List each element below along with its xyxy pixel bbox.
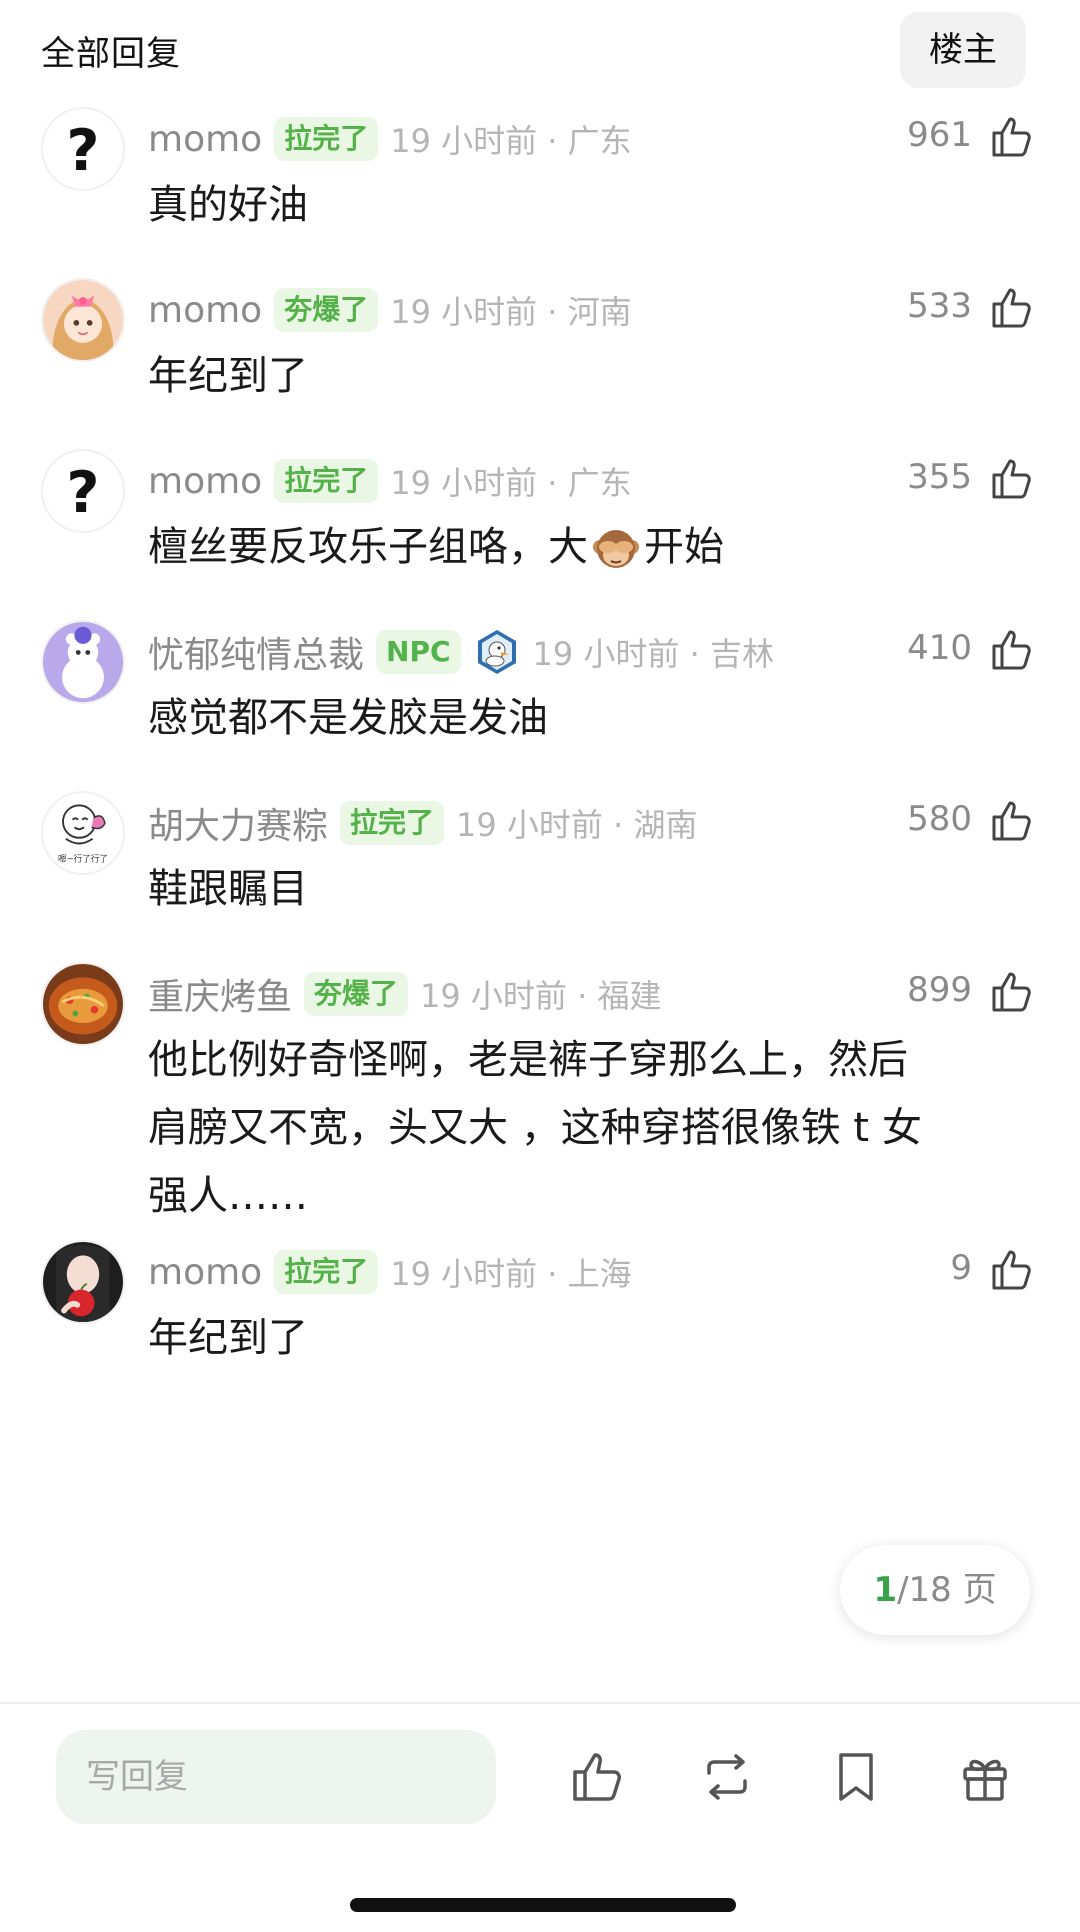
timestamp-location: 19 小时前 · 广东 (390, 464, 632, 502)
timestamp-location: 19 小时前 · 吉林 (532, 635, 774, 673)
username[interactable]: 重庆烤鱼 (148, 968, 292, 1020)
avatar[interactable] (41, 620, 125, 704)
user-badge: 拉完了 (274, 117, 379, 161)
comment-text-line: 他比例好奇怪啊，老是裤子穿那么上，然后 (148, 1037, 908, 1083)
thumbs-up-icon[interactable] (988, 455, 1036, 503)
avatar-caption: 嗯~行了行了 (58, 853, 108, 865)
bottom-bar-divider (0, 1702, 1080, 1704)
like-icon[interactable] (568, 1747, 628, 1807)
username[interactable]: momo (148, 461, 262, 502)
user-badge: NPC (376, 630, 461, 674)
thumbs-up-icon[interactable] (988, 797, 1036, 845)
comment-text: 年纪到了 (148, 1315, 308, 1361)
current-page: 1 (873, 1570, 898, 1610)
like-count: 580 (907, 799, 972, 839)
timestamp-location: 19 小时前 · 上海 (390, 1255, 632, 1293)
timestamp-location: 19 小时前 · 广东 (390, 122, 632, 160)
user-badge: 拉完了 (274, 459, 379, 503)
username[interactable]: 忧郁纯情总裁 (148, 626, 364, 678)
comment-text: 檀丝要反攻乐子组咯，大 开始 (148, 513, 1018, 581)
reply-input[interactable]: 写回复 (56, 1730, 496, 1824)
username[interactable]: momo (148, 290, 262, 331)
page-title: 全部回复 (41, 34, 181, 74)
comment-text: 感觉都不是发胶是发油 (148, 695, 548, 741)
like-count: 410 (907, 628, 972, 668)
avatar[interactable]: 嗯~行了行了 (41, 791, 125, 875)
like-count: 961 (907, 115, 972, 155)
comment-text-line: 强人…… (148, 1173, 308, 1219)
like-count: 899 (907, 970, 972, 1010)
avatar[interactable]: ? (41, 449, 125, 533)
avatar[interactable] (41, 962, 125, 1046)
user-badge: 夯爆了 (304, 972, 409, 1016)
comment-text: 年纪到了 (148, 353, 308, 399)
gift-icon[interactable] (955, 1747, 1015, 1807)
timestamp-location: 19 小时前 · 湖南 (456, 806, 698, 844)
duck-medal-icon (473, 628, 521, 676)
comment-text-part: 开始 (644, 524, 724, 570)
user-badge: 拉完了 (274, 1250, 379, 1294)
thumbs-up-icon[interactable] (988, 284, 1036, 332)
timestamp-location: 19 小时前 · 河南 (390, 293, 632, 331)
comment-text: 真的好油 (148, 182, 308, 228)
username[interactable]: momo (148, 1252, 262, 1293)
svg-text:?: ? (66, 118, 99, 184)
total-pages: /18 页 (897, 1570, 997, 1610)
thumbs-up-icon[interactable] (988, 113, 1036, 161)
thumbs-up-icon[interactable] (988, 1246, 1036, 1294)
avatar[interactable] (41, 278, 125, 362)
see-no-evil-monkey-icon (590, 523, 642, 575)
page-indicator[interactable]: 1/18 页 (840, 1545, 1030, 1635)
comment-text: 他比例好奇怪啊，老是裤子穿那么上，然后 肩膀又不宽，头又大 ，这种穿搭很像铁 t… (148, 1026, 1018, 1230)
comment-text-line: 肩膀又不宽，头又大 ，这种穿搭很像铁 t 女 (148, 1105, 922, 1151)
username[interactable]: momo (148, 119, 262, 160)
user-badge: 夯爆了 (274, 288, 379, 332)
comment-text: 鞋跟瞩目 (148, 866, 308, 912)
svg-text:?: ? (66, 460, 99, 526)
username[interactable]: 胡大力赛粽 (148, 797, 328, 849)
op-only-filter-button[interactable]: 楼主 (900, 12, 1026, 88)
avatar[interactable]: ? (41, 107, 125, 191)
timestamp-location: 19 小时前 · 福建 (420, 977, 662, 1015)
like-count: 355 (907, 457, 972, 497)
like-count: 9 (950, 1248, 972, 1288)
bookmark-icon[interactable] (826, 1747, 886, 1807)
avatar[interactable] (41, 1240, 125, 1324)
comment-text-part: 檀丝要反攻乐子组咯，大 (148, 524, 588, 570)
user-badge: 拉完了 (340, 801, 445, 845)
home-indicator (350, 1898, 736, 1912)
like-count: 533 (907, 286, 972, 326)
repost-icon[interactable] (697, 1747, 757, 1807)
header: 全部回复 楼主 (0, 0, 1080, 95)
thumbs-up-icon[interactable] (988, 968, 1036, 1016)
thumbs-up-icon[interactable] (988, 626, 1036, 674)
